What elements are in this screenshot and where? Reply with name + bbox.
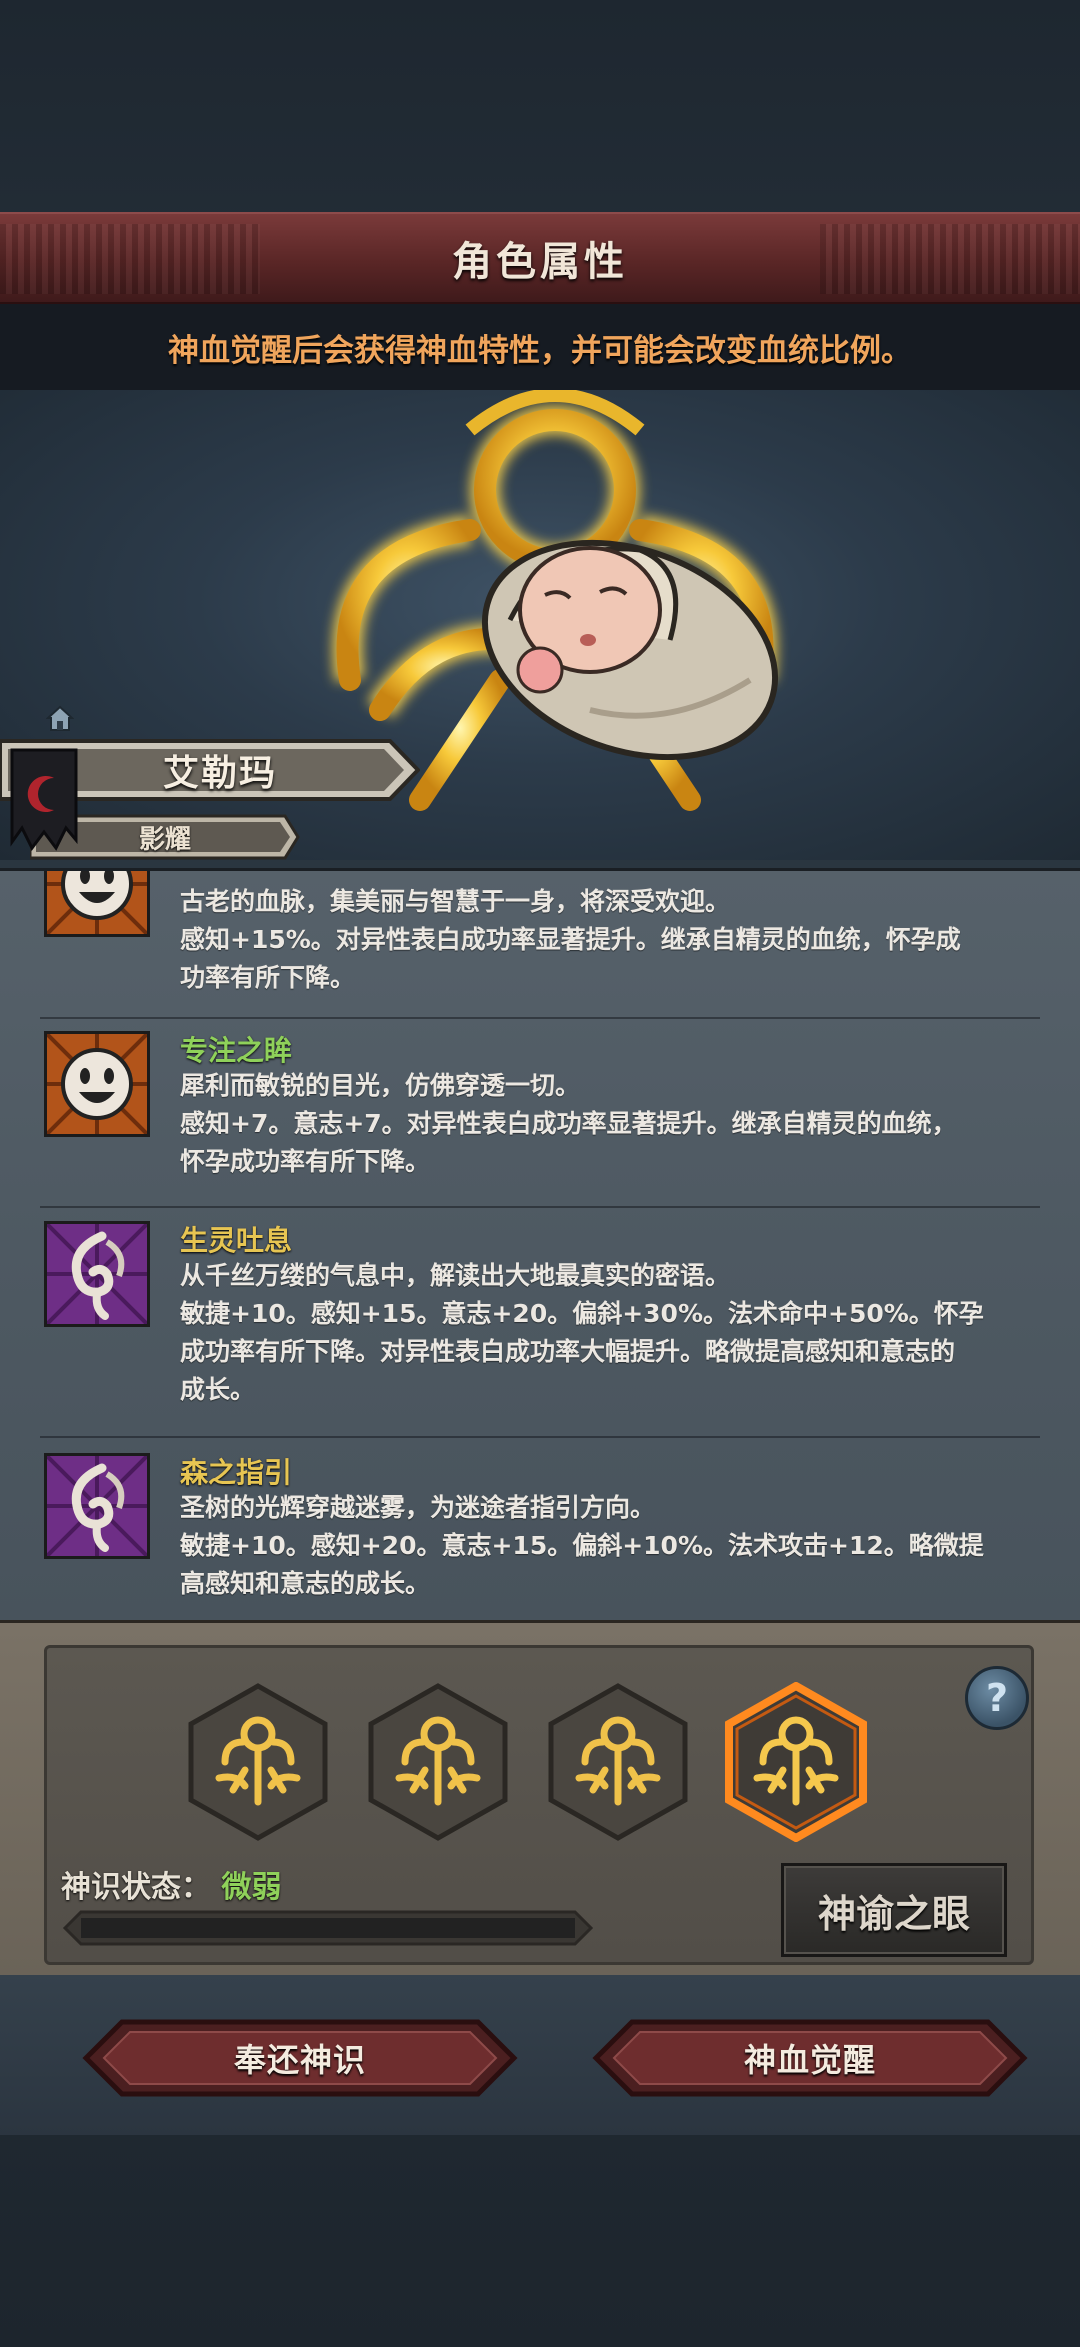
oracle-eye-button[interactable]: 神谕之眼 [781, 1863, 1007, 1957]
return-button-label: 奉还神识 [233, 2041, 366, 2079]
sigil-row [47, 1668, 1037, 1842]
divine-sense-frame: ? 神识状态： 微弱 神谕之眼 [44, 1645, 1034, 1965]
spirit-swirl-icon [44, 1221, 150, 1327]
trait-name: 生灵吐息 [180, 1224, 293, 1257]
trait-item[interactable]: 生灵吐息 从千丝万缕的气息中，解读出大地最真实的密语。 敏捷+10。感知+15。… [0, 1221, 1080, 1451]
trait-line: 从千丝万缕的气息中，解读出大地最真实的密语。 [180, 1261, 731, 1290]
divine-sigil-active-icon[interactable] [723, 1682, 869, 1842]
status-value: 微弱 [221, 1870, 282, 1905]
divine-sense-progress-bar [63, 1910, 593, 1946]
trait-item[interactable]: 专注之眸 犀利而敏锐的目光，仿佛穿透一切。 感知+7。意志+7。对异性表白成功率… [0, 1031, 1080, 1221]
swaddled-baby-portrait [481, 539, 779, 760]
trait-line: 敏捷+10。感知+15。意志+20。偏斜+30%。法术命中+50%。怀孕 [180, 1299, 984, 1328]
status-label: 神识状态： [61, 1870, 211, 1905]
divine-sense-status: 神识状态： 微弱 [61, 1862, 281, 1906]
trait-line: 功率有所下降。 [180, 963, 356, 992]
title-bar: 角色属性 [0, 212, 1080, 304]
trait-name: 森之指引 [180, 1456, 293, 1489]
hint-bar: 神血觉醒后会获得神血特性，并可能会改变血统比例。 [0, 304, 1080, 390]
character-name: 艾勒玛 [162, 753, 277, 794]
trait-line: 成功率有所下降。对异性表白成功率大幅提升。略微提高感知和意志的 [180, 1337, 956, 1366]
trait-line: 成长。 [180, 1375, 256, 1404]
home-icon[interactable] [46, 704, 74, 732]
awakening-hint: 神血觉醒后会获得神血特性，并可能会改变血统比例。 [168, 332, 912, 369]
divider [40, 1436, 1040, 1438]
trait-item[interactable]: 森之指引 圣树的光辉穿越迷雾，为迷途者指引方向。 敏捷+10。感知+20。意志+… [0, 1453, 1080, 1620]
divine-sigil-icon[interactable] [545, 1682, 691, 1842]
trait-line: 感知+15%。对异性表白成功率显著提升。继承自精灵的血统，怀孕成 [180, 925, 961, 954]
action-bar: 奉还神识 神血觉醒 [0, 1975, 1080, 2135]
smiley-face-icon [44, 1031, 150, 1137]
divider [40, 1206, 1040, 1208]
trait-list[interactable]: 古老的血脉，集美丽与智慧于一身，将深受欢迎。 感知+15%。对异性表白成功率显著… [0, 868, 1080, 1620]
awaken-button-label: 神血觉醒 [743, 2041, 876, 2079]
trait-item[interactable]: 古老的血脉，集美丽与智慧于一身，将深受欢迎。 感知+15%。对异性表白成功率显著… [0, 871, 1080, 1001]
blood-awaken-button[interactable]: 神血觉醒 [592, 2018, 1028, 2098]
divider [40, 1017, 1040, 1019]
smiley-face-icon [44, 871, 150, 937]
character-attributes-screen: 角色属性 神血觉醒后会获得神血特性，并可能会改变血统比例。 艾勒玛 影耀 古老的… [0, 0, 1080, 2347]
divine-sigil-icon[interactable] [185, 1682, 331, 1842]
divine-sigil-icon[interactable] [365, 1682, 511, 1842]
trait-line: 高感知和意志的成长。 [180, 1569, 431, 1598]
return-divine-sense-button[interactable]: 奉还神识 [82, 2018, 518, 2098]
help-button[interactable]: ? [965, 1666, 1029, 1730]
spirit-swirl-icon [44, 1453, 150, 1559]
trait-line: 敏捷+10。感知+20。意志+15。偏斜+10%。法术攻击+12。略微提 [180, 1531, 984, 1560]
trait-line: 怀孕成功率有所下降。 [180, 1147, 431, 1176]
question-icon: ? [985, 1676, 1009, 1720]
trait-line: 感知+7。意志+7。对异性表白成功率显著提升。继承自精灵的血统， [180, 1109, 957, 1138]
trait-name: 专注之眸 [180, 1034, 293, 1067]
trait-line: 圣树的光辉穿越迷雾，为迷途者指引方向。 [180, 1493, 656, 1522]
divine-sense-panel: ? 神识状态： 微弱 神谕之眼 [0, 1620, 1080, 1975]
page-title: 角色属性 [452, 239, 628, 285]
trait-line: 古老的血脉，集美丽与智慧于一身，将深受欢迎。 [180, 887, 731, 916]
faction-flag-icon [10, 748, 78, 851]
trait-line: 犀利而敏锐的目光，仿佛穿透一切。 [180, 1071, 581, 1100]
